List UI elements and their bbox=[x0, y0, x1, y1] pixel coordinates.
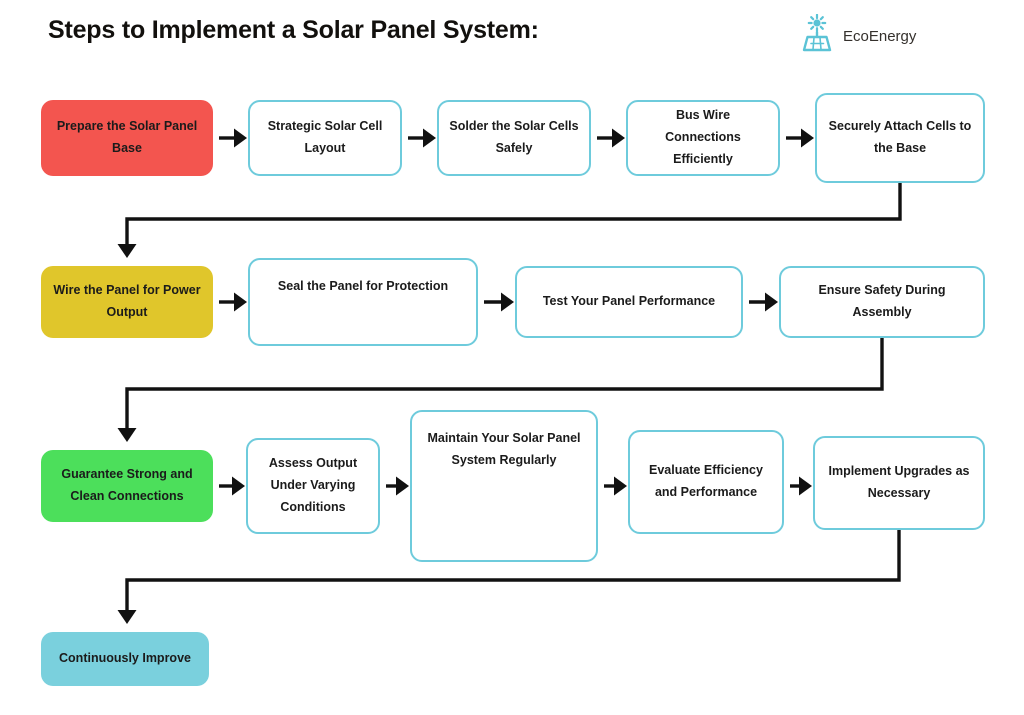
flow-node-label: Securely Attach Cells to the Base bbox=[828, 119, 972, 155]
arrow-head bbox=[423, 128, 436, 148]
brand-logo: EcoEnergy bbox=[800, 13, 917, 59]
connector-arrow-maintain-to-evaluate bbox=[604, 476, 627, 496]
flow-node-label: Assess Output Under Varying Conditions bbox=[268, 456, 358, 514]
flow-node-continuously-improve[interactable]: Continuously Improve bbox=[41, 632, 209, 686]
flow-node-prepare-base[interactable]: Prepare the Solar Panel Base bbox=[41, 100, 213, 176]
flow-node-bus-wire[interactable]: Bus Wire Connections Efficiently bbox=[626, 100, 780, 176]
flow-node-clean-connections[interactable]: Guarantee Strong and Clean Connections bbox=[41, 450, 213, 522]
flow-node-wire-panel[interactable]: Wire the Panel for Power Output bbox=[41, 266, 213, 338]
page-title: Steps to Implement a Solar Panel System: bbox=[48, 16, 539, 44]
flow-node-label: Ensure Safety During Assembly bbox=[818, 283, 946, 319]
connector-elbow-attach-to-wirepanel bbox=[117, 183, 902, 258]
connector-arrow-layout-to-solder bbox=[408, 128, 436, 148]
brand-name: EcoEnergy bbox=[843, 28, 917, 45]
arrow-head bbox=[765, 292, 778, 312]
flow-node-seal-panel[interactable]: Seal the Panel for Protection bbox=[248, 258, 478, 346]
flow-node-label: Test Your Panel Performance bbox=[542, 294, 716, 309]
arrow-head bbox=[801, 128, 814, 148]
flow-node-evaluate-efficiency[interactable]: Evaluate Efficiency and Performance bbox=[628, 430, 784, 534]
arrow-head bbox=[501, 292, 514, 312]
connector-arrow-seal-to-test bbox=[484, 292, 514, 312]
flow-node-label: Maintain Your Solar Panel System Regular… bbox=[427, 431, 581, 467]
flow-node-label: Prepare the Solar Panel Base bbox=[56, 119, 198, 155]
connector-arrow-connections-to-assess bbox=[219, 476, 245, 496]
connector-arrow-test-to-safety bbox=[749, 292, 778, 312]
flow-node-maintain-system[interactable]: Maintain Your Solar Panel System Regular… bbox=[410, 410, 598, 562]
connector-arrow-evaluate-to-implement bbox=[790, 476, 812, 496]
arrow-head bbox=[117, 428, 137, 442]
arrow-head bbox=[117, 244, 137, 258]
flow-node-label: Continuously Improve bbox=[59, 651, 191, 666]
flow-node-label: Wire the Panel for Power Output bbox=[53, 283, 201, 319]
flow-node-assess-output[interactable]: Assess Output Under Varying Conditions bbox=[246, 438, 380, 534]
arrow-head bbox=[234, 292, 247, 312]
arrow-head bbox=[799, 476, 812, 496]
flow-node-ensure-safety[interactable]: Ensure Safety During Assembly bbox=[779, 266, 985, 338]
flow-node-attach-cells[interactable]: Securely Attach Cells to the Base bbox=[815, 93, 985, 183]
flow-node-label: Implement Upgrades as Necessary bbox=[828, 464, 970, 500]
arrow-head bbox=[232, 476, 245, 496]
flow-node-label: Seal the Panel for Protection bbox=[277, 279, 449, 293]
flow-node-solder-cells[interactable]: Solder the Solar Cells Safely bbox=[437, 100, 591, 176]
flow-node-label: Evaluate Efficiency and Performance bbox=[649, 463, 763, 499]
flow-node-implement-upgrades[interactable]: Implement Upgrades as Necessary bbox=[813, 436, 985, 530]
flow-node-label: Guarantee Strong and Clean Connections bbox=[61, 467, 193, 503]
arrow-head bbox=[396, 476, 409, 496]
connector-arrow-prepare-to-layout bbox=[219, 128, 247, 148]
flow-node-test-performance[interactable]: Test Your Panel Performance bbox=[515, 266, 743, 338]
flow-node-cell-layout[interactable]: Strategic Solar Cell Layout bbox=[248, 100, 402, 176]
arrow-head bbox=[612, 128, 625, 148]
connector-arrow-solder-to-buswire bbox=[597, 128, 625, 148]
flow-node-label: Bus Wire Connections Efficiently bbox=[665, 108, 741, 166]
arrow-head bbox=[234, 128, 247, 148]
connector-line bbox=[125, 183, 902, 246]
arrow-head bbox=[117, 610, 137, 624]
flow-node-label: Solder the Solar Cells Safely bbox=[449, 119, 579, 155]
arrow-head bbox=[614, 476, 627, 496]
solar-panel-icon bbox=[800, 13, 834, 59]
flow-node-label: Strategic Solar Cell Layout bbox=[267, 119, 383, 155]
connector-arrow-buswire-to-attach bbox=[786, 128, 814, 148]
connector-arrow-assess-to-maintain bbox=[386, 476, 409, 496]
connector-arrow-wirepanel-to-seal bbox=[219, 292, 247, 312]
flowchart-canvas: Steps to Implement a Solar Panel System: bbox=[0, 0, 1024, 715]
